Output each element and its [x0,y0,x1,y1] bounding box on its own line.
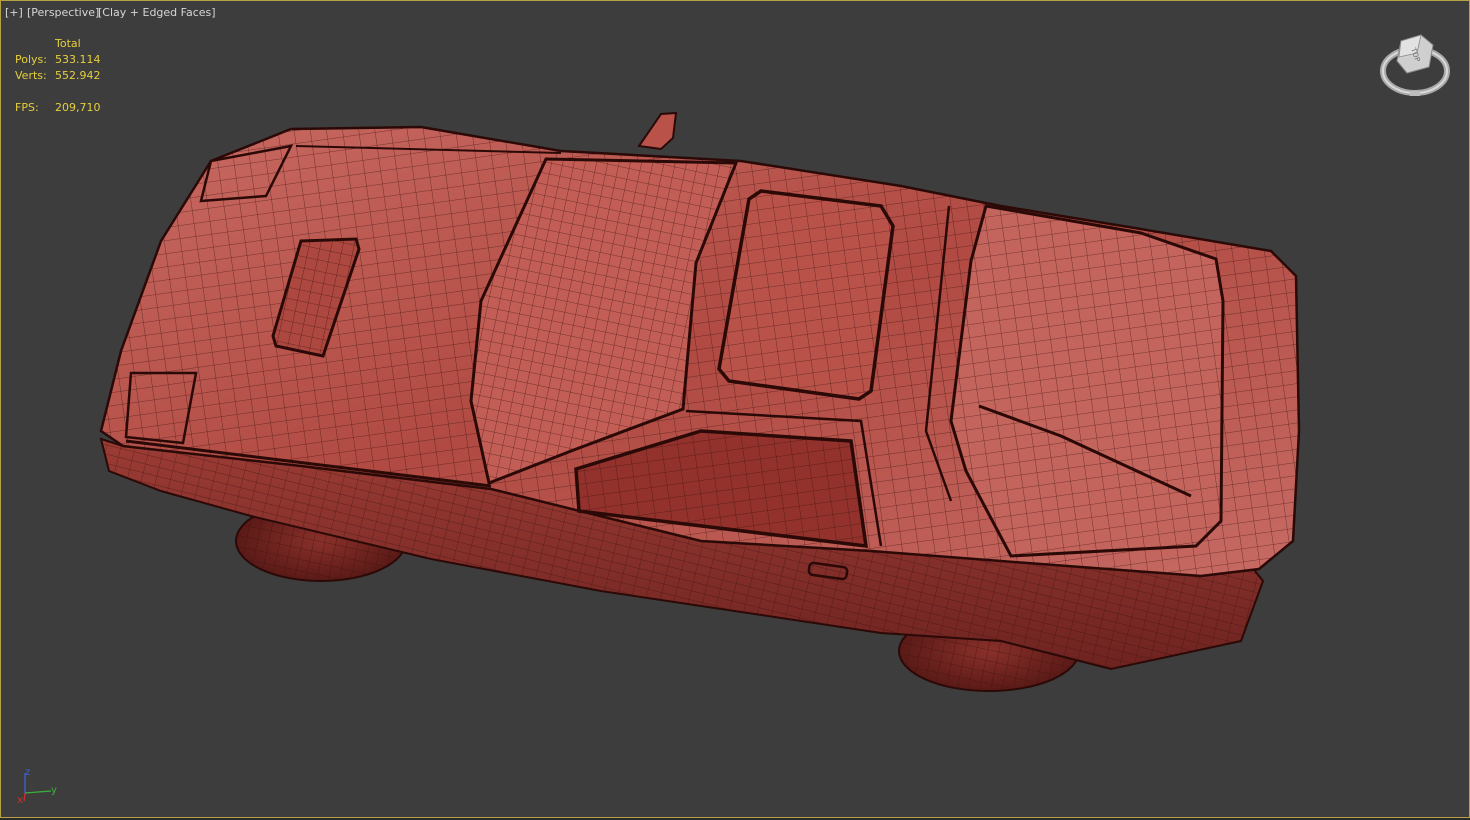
stats-verts-label: Verts: [15,69,47,82]
car-wireframe-model[interactable] [1,1,1469,817]
stats-verts-value: 552.942 [55,69,101,82]
axis-y-label: y [51,785,57,796]
stats-polys-value: 533.114 [55,53,101,66]
axis-tripod: z y x [17,767,57,805]
stats-total-header: Total [55,37,81,50]
antenna [637,111,678,151]
axis-z-label: z [25,767,30,778]
stats-fps-label: FPS: [15,101,39,114]
viewport-general-menu[interactable]: [+] [5,6,23,19]
viewport-point-of-view-menu[interactable]: [Perspective] [27,6,99,19]
stats-polys-label: Polys: [15,53,47,66]
stats-fps-value: 209,710 [55,101,101,114]
perspective-viewport[interactable]: [+] [Perspective] [Clay + Edged Faces] T… [0,0,1470,818]
axis-x-label: x [17,795,23,805]
viewcube-icon[interactable]: TOP [1377,31,1453,103]
viewport-shading-menu[interactable]: [Clay + Edged Faces] [98,6,216,19]
